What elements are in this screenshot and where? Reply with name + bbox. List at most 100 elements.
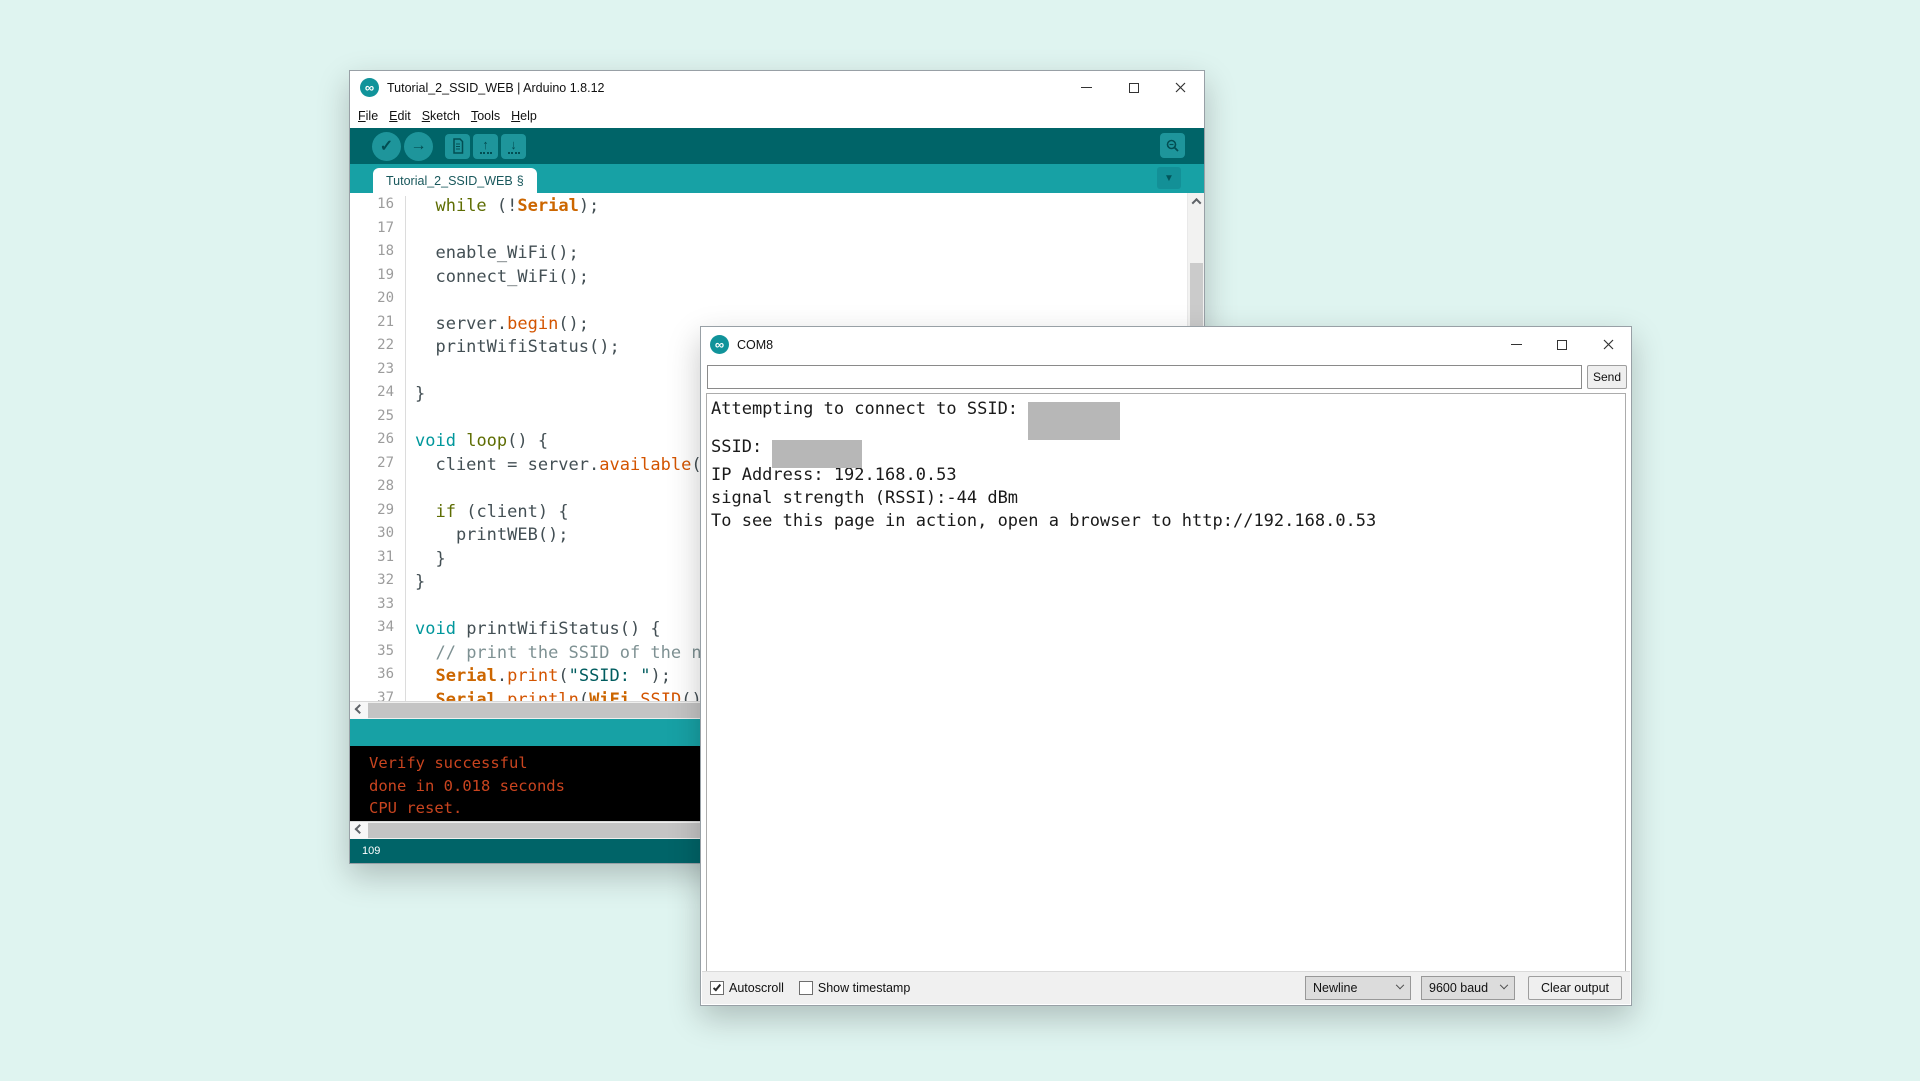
arduino-logo-icon: ∞ — [360, 78, 379, 97]
line-number: 21 — [350, 314, 406, 338]
close-icon — [1603, 339, 1614, 350]
desktop: ∞ Tutorial_2_SSID_WEB | Arduino 1.8.12 F… — [0, 0, 1920, 1081]
serial-monitor-button[interactable] — [1160, 133, 1185, 158]
check-icon — [713, 983, 721, 992]
code-line: 18 enable_WiFi(); — [350, 243, 1187, 267]
scroll-up-button[interactable] — [1188, 193, 1204, 210]
upload-button[interactable]: → — [404, 132, 433, 161]
checkbox-box[interactable] — [710, 981, 724, 995]
code-text — [406, 596, 415, 620]
serial-close-button[interactable] — [1585, 327, 1631, 362]
serial-title-bar[interactable]: ∞ COM8 — [701, 327, 1631, 362]
line-number: 17 — [350, 220, 406, 244]
minimize-button[interactable] — [1063, 71, 1110, 104]
code-line: 16 while (!Serial); — [350, 196, 1187, 220]
line-number: 16 — [350, 196, 406, 220]
open-button[interactable]: ↑ — [473, 134, 498, 159]
new-sketch-button[interactable] — [445, 134, 470, 159]
code-text: while (!Serial); — [406, 196, 599, 220]
code-text: enable_WiFi(); — [406, 243, 579, 267]
serial-monitor-window: ∞ COM8 Send Attempting to connect to SSI… — [700, 326, 1632, 1006]
menu-item-edit[interactable]: Edit — [386, 106, 414, 126]
line-number: 25 — [350, 408, 406, 432]
scroll-left-button[interactable] — [350, 702, 368, 719]
line-number: 30 — [350, 525, 406, 549]
code-text: client = server.available(); — [406, 455, 722, 479]
code-text: Serial.println(WiFi.SSID()); — [406, 690, 722, 702]
line-number: 32 — [350, 572, 406, 596]
menu-item-sketch[interactable]: Sketch — [419, 106, 463, 126]
code-line: 20 — [350, 290, 1187, 314]
serial-minimize-button[interactable] — [1493, 327, 1539, 362]
autoscroll-label: Autoscroll — [729, 981, 784, 995]
line-number: 37 — [350, 690, 406, 702]
code-text: } — [406, 549, 446, 573]
code-text: printWEB(); — [406, 525, 569, 549]
redacted-ssid — [772, 440, 862, 468]
line-number: 34 — [350, 619, 406, 643]
verify-button[interactable]: ✓ — [372, 132, 401, 161]
line-number: 35 — [350, 643, 406, 667]
new-sketch-icon — [451, 138, 465, 154]
serial-output-line: signal strength (RSSI):-44 dBm — [711, 487, 1625, 510]
current-line-indicator: 109 — [362, 845, 380, 857]
tab-modified-mark: § — [517, 174, 524, 188]
checkbox-box[interactable] — [799, 981, 813, 995]
clear-output-button[interactable]: Clear output — [1528, 976, 1622, 1000]
ide-title-bar[interactable]: ∞ Tutorial_2_SSID_WEB | Arduino 1.8.12 — [350, 71, 1204, 104]
send-button[interactable]: Send — [1587, 365, 1627, 389]
chevron-down-icon: ▼ — [1164, 173, 1174, 184]
code-text: printWifiStatus(); — [406, 337, 620, 361]
line-ending-select[interactable]: Newline — [1305, 976, 1411, 1000]
save-icon: ↓ — [510, 139, 517, 151]
baud-rate-select[interactable]: 9600 baud — [1421, 976, 1515, 1000]
menu-item-file[interactable]: File — [355, 106, 381, 126]
arduino-logo-icon: ∞ — [710, 335, 729, 354]
tab-tutorial-2-ssid-web[interactable]: Tutorial_2_SSID_WEB § — [373, 168, 537, 193]
chevron-down-icon — [1396, 981, 1404, 989]
autoscroll-checkbox[interactable]: Autoscroll — [710, 981, 784, 995]
code-text — [406, 290, 415, 314]
line-number: 36 — [350, 666, 406, 690]
serial-window-title: COM8 — [737, 338, 773, 352]
code-text: Serial.print("SSID: "); — [406, 666, 671, 690]
open-icon: ↑ — [482, 139, 489, 151]
serial-maximize-button[interactable] — [1539, 327, 1585, 362]
serial-output-area[interactable]: Attempting to connect to SSID: SSID: IP … — [706, 393, 1626, 973]
serial-monitor-icon — [1165, 138, 1181, 154]
line-number: 24 — [350, 384, 406, 408]
line-number: 23 — [350, 361, 406, 385]
close-button[interactable] — [1157, 71, 1204, 104]
tab-bar: Tutorial_2_SSID_WEB § ▼ — [350, 164, 1204, 193]
tab-list-button[interactable]: ▼ — [1157, 167, 1181, 189]
save-button[interactable]: ↓ — [501, 134, 526, 159]
console-scroll-left-button[interactable] — [350, 822, 368, 839]
ide-window-title: Tutorial_2_SSID_WEB | Arduino 1.8.12 — [387, 81, 605, 95]
minimize-icon — [1511, 344, 1522, 345]
line-number: 18 — [350, 243, 406, 267]
serial-controls-bar: Autoscroll Show timestamp Newline 9600 b… — [702, 971, 1630, 1004]
menu-item-tools[interactable]: Tools — [468, 106, 503, 126]
serial-output-line: SSID: — [711, 436, 1625, 464]
close-icon — [1175, 82, 1186, 93]
code-text: if (client) { — [406, 502, 569, 526]
serial-output-line: To see this page in action, open a brows… — [711, 510, 1625, 533]
code-text: void loop() { — [406, 431, 548, 455]
line-number: 31 — [350, 549, 406, 573]
code-text: server.begin(); — [406, 314, 589, 338]
serial-input-field[interactable] — [707, 365, 1582, 389]
maximize-button[interactable] — [1110, 71, 1157, 104]
line-number: 19 — [350, 267, 406, 291]
code-text: } — [406, 572, 425, 596]
code-text: connect_WiFi(); — [406, 267, 589, 291]
line-number: 27 — [350, 455, 406, 479]
show-timestamp-checkbox[interactable]: Show timestamp — [799, 981, 910, 995]
redacted-ssid — [1028, 402, 1120, 440]
line-number: 26 — [350, 431, 406, 455]
menu-item-help[interactable]: Help — [508, 106, 540, 126]
code-line: 17 — [350, 220, 1187, 244]
code-text — [406, 361, 415, 385]
tab-label: Tutorial_2_SSID_WEB — [386, 174, 513, 188]
line-ending-value: Newline — [1313, 981, 1397, 995]
line-number: 29 — [350, 502, 406, 526]
